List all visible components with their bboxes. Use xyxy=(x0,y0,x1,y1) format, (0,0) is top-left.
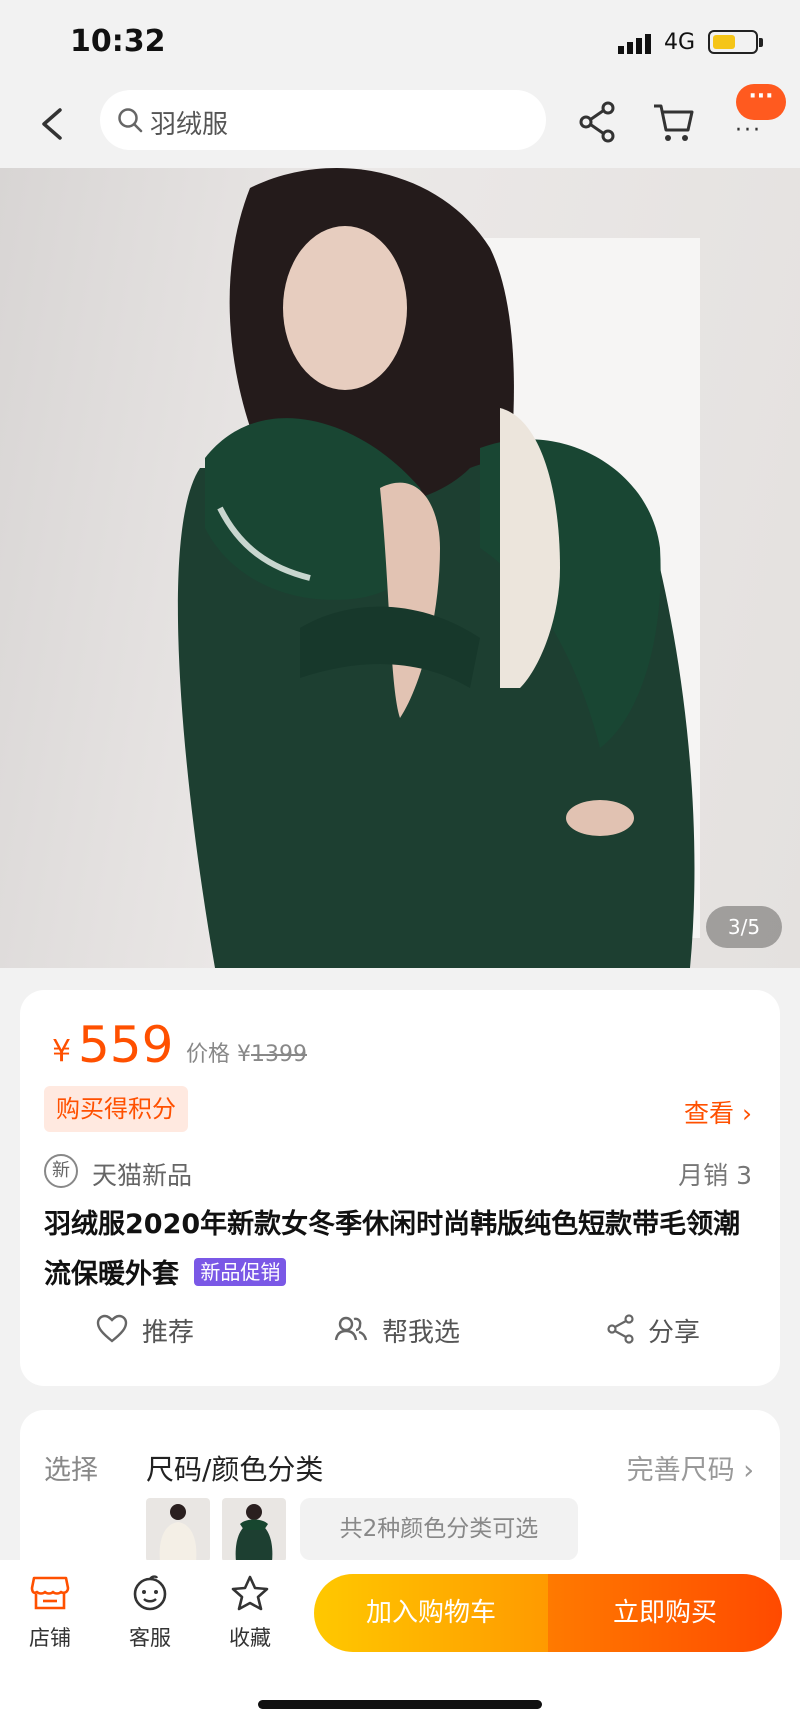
color-thumb-cream[interactable] xyxy=(146,1498,210,1562)
battery-icon xyxy=(708,30,763,54)
customer-service-button[interactable]: 客服 xyxy=(110,1574,190,1652)
brand-label[interactable]: 天猫新品 xyxy=(92,1156,192,1192)
complete-size-label: 完善尺码 xyxy=(626,1455,735,1486)
green-jacket-thumbnail xyxy=(222,1498,286,1562)
store-icon xyxy=(30,1576,70,1610)
network-type: 4G xyxy=(664,30,696,55)
help-choose-label: 帮我选 xyxy=(382,1318,461,1348)
notification-badge[interactable]: ··· xyxy=(736,84,786,120)
favorite-label: 收藏 xyxy=(229,1626,271,1650)
back-arrow-icon[interactable] xyxy=(32,102,76,146)
signal-icon xyxy=(618,34,651,54)
service-icon xyxy=(133,1575,167,1611)
sku-selection-card[interactable]: 选择 尺码/颜色分类 完善尺码 › 共2种颜色分类可选 xyxy=(20,1410,780,1580)
original-price: 价格 ¥1399 xyxy=(186,1036,307,1068)
colors-summary[interactable]: 共2种颜色分类可选 xyxy=(300,1498,578,1560)
service-label: 客服 xyxy=(129,1626,171,1650)
clock: 10:32 xyxy=(70,24,166,59)
product-title: 羽绒服2020年新款女冬季休闲时尚韩版纯色短款带毛领潮流保暖外套 新品促销 xyxy=(44,1200,764,1300)
nav-bar: 羽绒服 ··· ··· xyxy=(0,84,800,168)
complete-size-link[interactable]: 完善尺码 › xyxy=(627,1448,754,1487)
heart-icon xyxy=(96,1314,128,1343)
action-row: 推荐 帮我选 分享 xyxy=(20,1306,780,1356)
more-menu-icon[interactable]: ··· xyxy=(735,118,762,143)
group-icon xyxy=(334,1316,368,1341)
status-bar: 10:32 4G xyxy=(0,0,800,88)
add-to-cart-button[interactable]: 加入购物车 xyxy=(314,1574,548,1652)
buy-now-button[interactable]: 立即购买 xyxy=(548,1574,782,1652)
original-price-value: 1399 xyxy=(251,1042,307,1067)
search-icon xyxy=(118,108,143,133)
image-counter: 3/5 xyxy=(706,906,782,948)
original-price-label: 价格 ¥ xyxy=(186,1042,251,1067)
home-indicator xyxy=(258,1700,542,1709)
points-badge: 购买得积分 xyxy=(44,1086,188,1132)
select-label: 选择 xyxy=(44,1455,98,1486)
product-image-gallery[interactable]: 3/5 xyxy=(0,168,800,968)
search-bar[interactable]: 羽绒服 xyxy=(100,90,546,150)
new-product-icon: 新 xyxy=(44,1154,78,1188)
share-icon[interactable] xyxy=(576,100,620,144)
product-photo xyxy=(177,168,700,968)
store-label: 店铺 xyxy=(29,1626,71,1650)
view-points-link[interactable]: 查看 › xyxy=(684,1094,752,1130)
share-label: 分享 xyxy=(648,1318,701,1348)
select-value: 尺码/颜色分类 xyxy=(146,1453,324,1486)
product-info-card: ¥ 559 价格 ¥1399 购买得积分 查看 › 新 天猫新品 月销 3 羽绒… xyxy=(20,990,780,1386)
product-title-text: 羽绒服2020年新款女冬季休闲时尚韩版纯色短款带毛领潮流保暖外套 xyxy=(44,1209,741,1290)
store-button[interactable]: 店铺 xyxy=(10,1574,90,1652)
monthly-sales: 月销 3 xyxy=(678,1161,752,1190)
cart-icon[interactable] xyxy=(652,100,696,144)
favorite-button[interactable]: 收藏 xyxy=(210,1574,290,1652)
cream-jacket-thumbnail xyxy=(146,1498,210,1562)
search-query: 羽绒服 xyxy=(150,110,229,140)
promo-tag: 新品促销 xyxy=(194,1258,287,1286)
currency-symbol: ¥ xyxy=(52,1034,72,1069)
share-icon xyxy=(607,1314,634,1344)
recommend-label: 推荐 xyxy=(142,1318,195,1348)
star-icon xyxy=(231,1575,269,1611)
current-price: 559 xyxy=(78,1016,174,1074)
color-thumb-green[interactable] xyxy=(222,1498,286,1562)
